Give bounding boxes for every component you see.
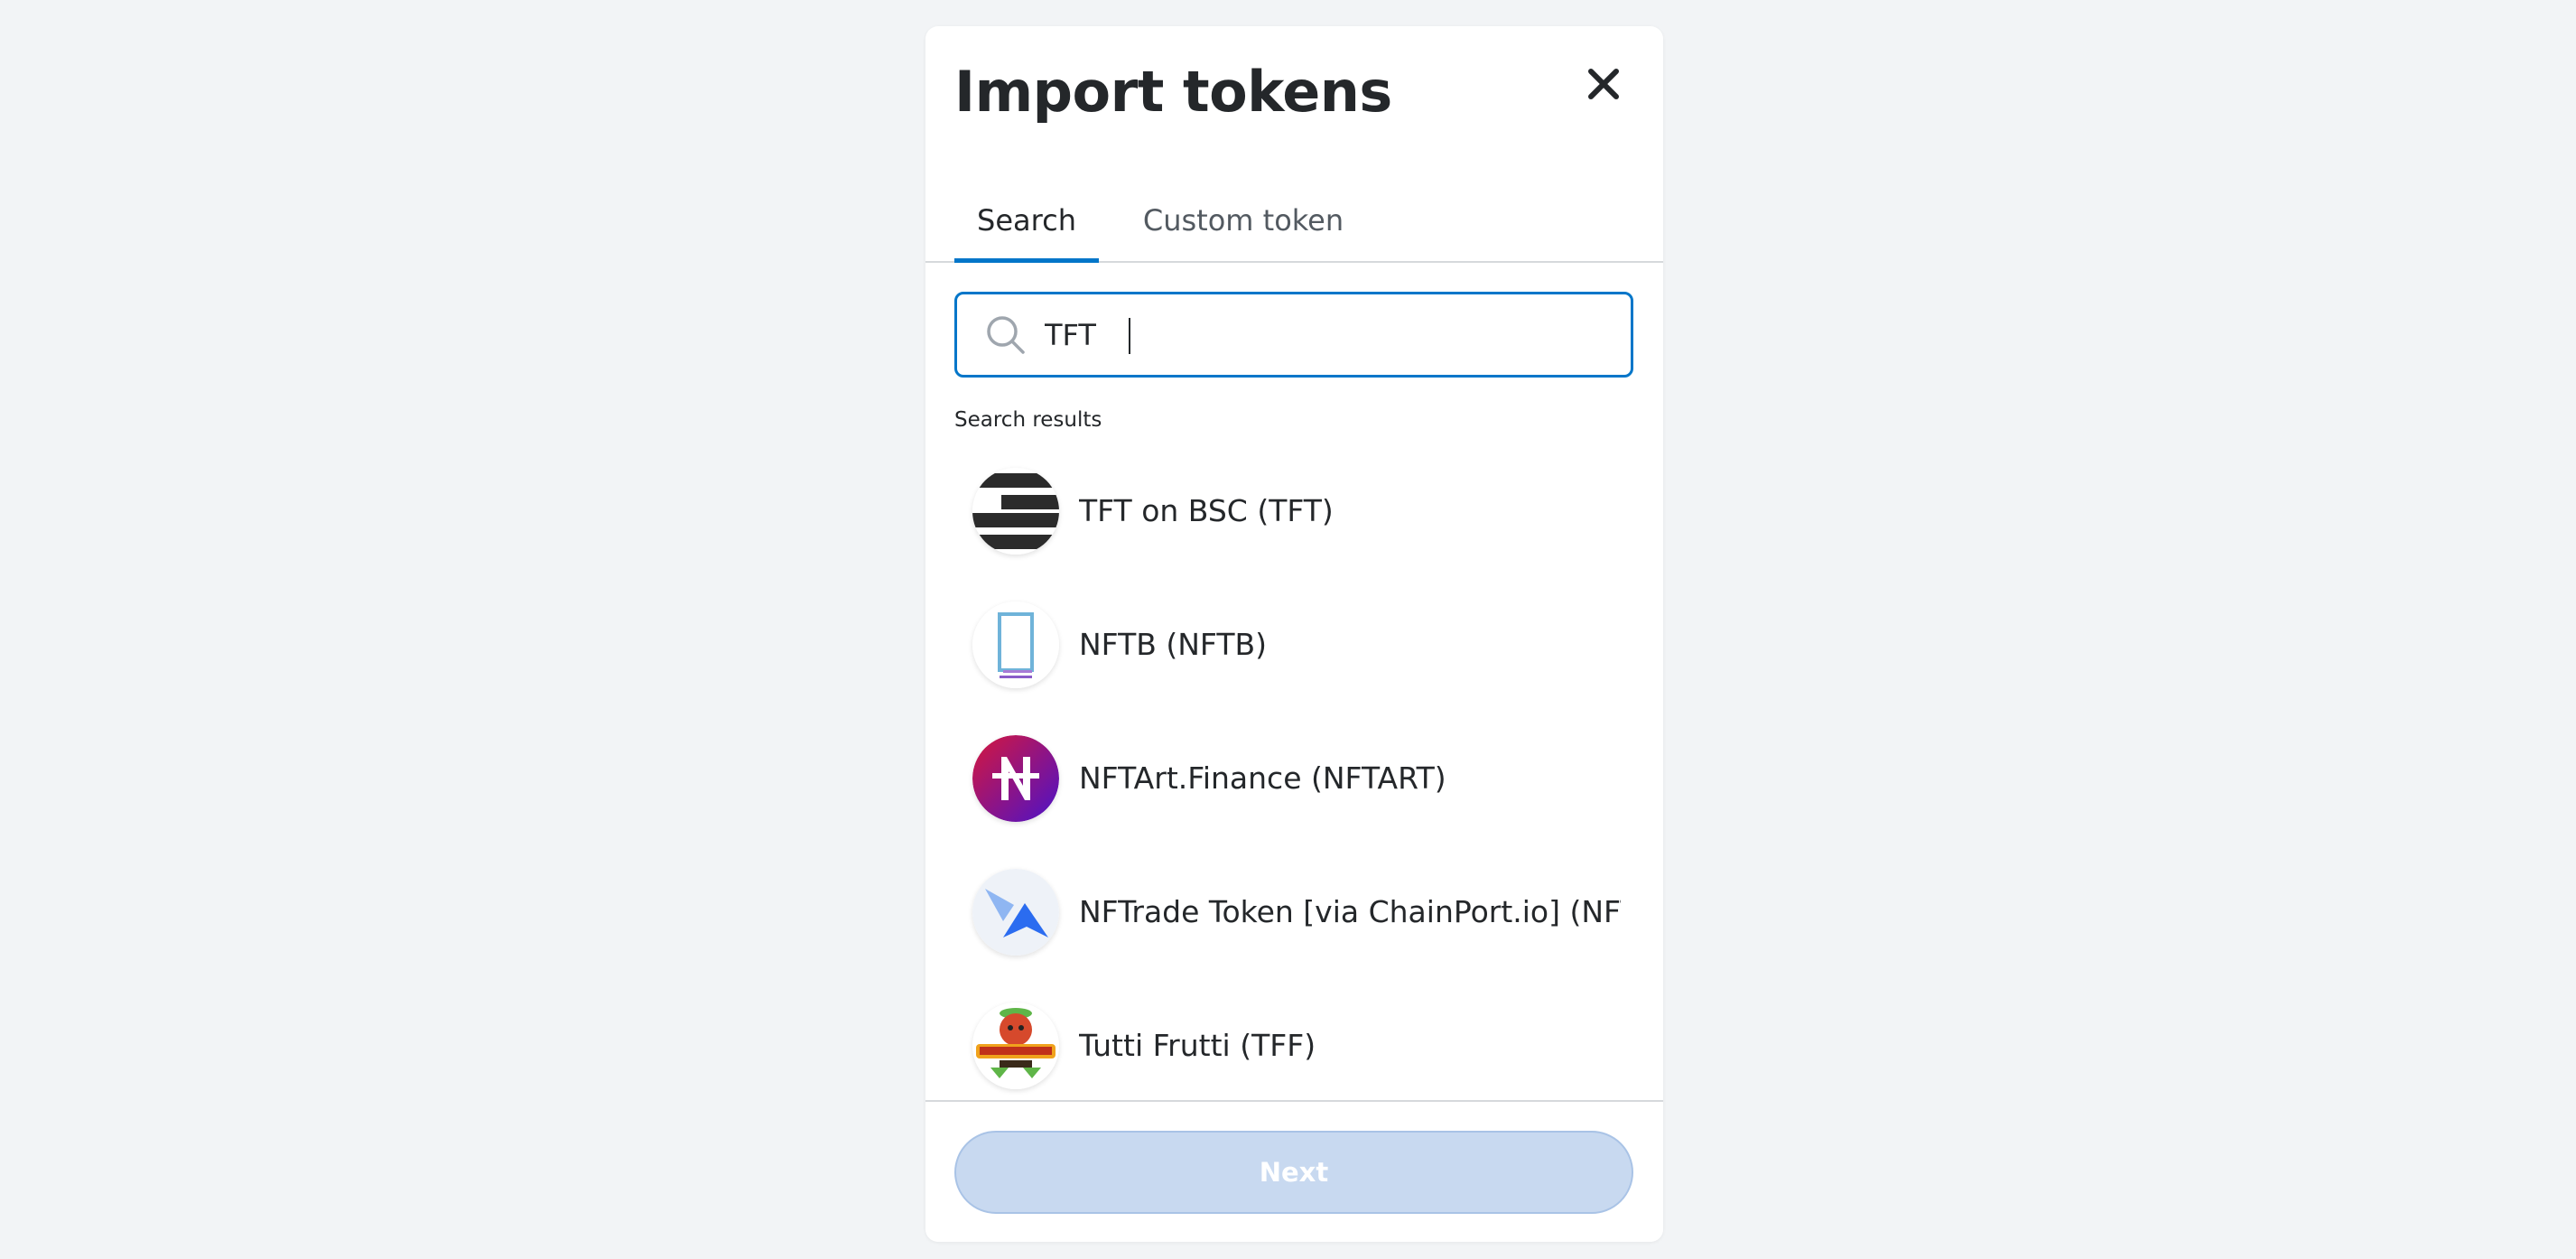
modal-title: Import tokens [954, 59, 1392, 125]
tab-bar: Search Custom token [925, 194, 1663, 263]
modal-footer: Next [925, 1100, 1663, 1242]
tutti-frutti-logo-icon [972, 1003, 1059, 1089]
token-result-label: NFTrade Token [via ChainPort.io] (NFT... [1079, 894, 1621, 929]
nftb-logo-icon [972, 602, 1059, 688]
token-result-label: NFTB (NFTB) [1079, 627, 1268, 662]
token-result-label: TFT on BSC (TFT) [1079, 493, 1334, 528]
search-input[interactable] [1045, 311, 1586, 359]
token-result-nftart[interactable]: NFTArt.Finance (NFTART) [954, 721, 1633, 838]
token-result-label: Tutti Frutti (TFF) [1079, 1028, 1316, 1063]
text-caret [1129, 318, 1130, 354]
next-button[interactable]: Next [954, 1131, 1633, 1214]
token-result-label: NFTArt.Finance (NFTART) [1079, 760, 1446, 796]
nftrade-logo-icon [972, 869, 1059, 956]
token-result-tutti-frutti[interactable]: Tutti Frutti (TFF) [954, 988, 1633, 1105]
search-field [954, 266, 1633, 378]
close-icon [1588, 69, 1619, 99]
token-result-nftrade[interactable]: NFTrade Token [via ChainPort.io] (NFT... [954, 854, 1633, 972]
import-tokens-modal: Import tokens Search Custom token Search… [925, 26, 1663, 1242]
token-result-tft[interactable]: TFT on BSC (TFT) [954, 453, 1633, 571]
tab-custom-token[interactable]: Custom token [1135, 203, 1352, 263]
tft-logo-icon [972, 468, 1059, 555]
token-result-nftb[interactable]: NFTB (NFTB) [954, 587, 1633, 704]
nftart-logo-icon [972, 735, 1059, 822]
tab-search[interactable]: Search [954, 203, 1099, 263]
search-results-label: Search results [954, 408, 1102, 432]
search-icon [987, 316, 1025, 354]
close-button[interactable] [1582, 62, 1625, 106]
